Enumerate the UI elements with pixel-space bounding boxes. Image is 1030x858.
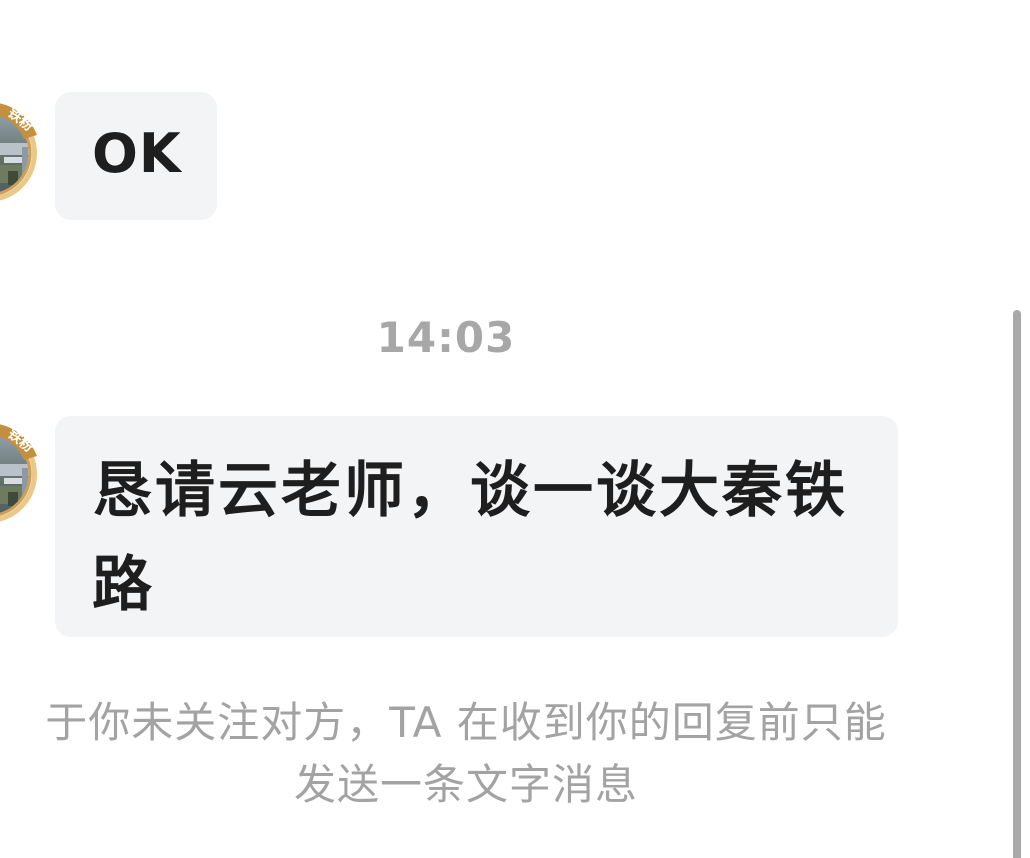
system-notice-line: 于你未关注对方，TA 在收到你的回复前只能 [45,698,887,747]
sender-avatar[interactable]: 铁粉 [0,87,38,203]
message-text: OK [92,122,182,185]
chat-conversation: 铁粉 OK 14:03 铁粉 恳请云老师，谈一谈大秦铁路 于你未关注对方，TA … [0,0,1030,858]
message-bubble[interactable]: OK [55,92,217,220]
avatar-image: 铁粉 [0,103,37,201]
sender-avatar[interactable]: 铁粉 [0,408,38,524]
scrollbar-thumb[interactable] [1013,310,1021,858]
message-bubble[interactable]: 恳请云老师，谈一谈大秦铁路 [55,416,898,637]
message-timestamp: 14:03 [376,313,516,362]
avatar-image: 铁粉 [0,424,37,522]
system-notice-line: 发送一条文字消息 [293,760,638,809]
message-text: 恳请云老师，谈一谈大秦铁路 [92,456,848,620]
